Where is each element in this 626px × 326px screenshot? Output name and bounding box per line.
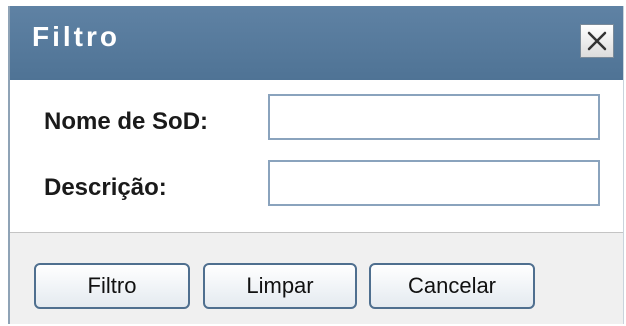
- filter-dialog: Filtro Nome de SoD: Descrição: Filtro Li…: [8, 6, 624, 324]
- dialog-footer: Filtro Limpar Cancelar: [10, 232, 623, 324]
- filter-form: Nome de SoD: Descrição:: [10, 80, 623, 232]
- description-label: Descrição:: [44, 174, 167, 201]
- close-icon: [587, 31, 607, 51]
- close-button[interactable]: [580, 24, 614, 58]
- sod-name-label: Nome de SoD:: [44, 108, 209, 135]
- sod-name-input[interactable]: [268, 94, 600, 140]
- filter-button[interactable]: Filtro: [34, 263, 190, 309]
- dialog-title: Filtro: [32, 21, 120, 52]
- description-input[interactable]: [268, 160, 600, 206]
- dialog-titlebar: Filtro: [10, 6, 623, 80]
- clear-button[interactable]: Limpar: [203, 263, 357, 309]
- cancel-button[interactable]: Cancelar: [369, 263, 535, 309]
